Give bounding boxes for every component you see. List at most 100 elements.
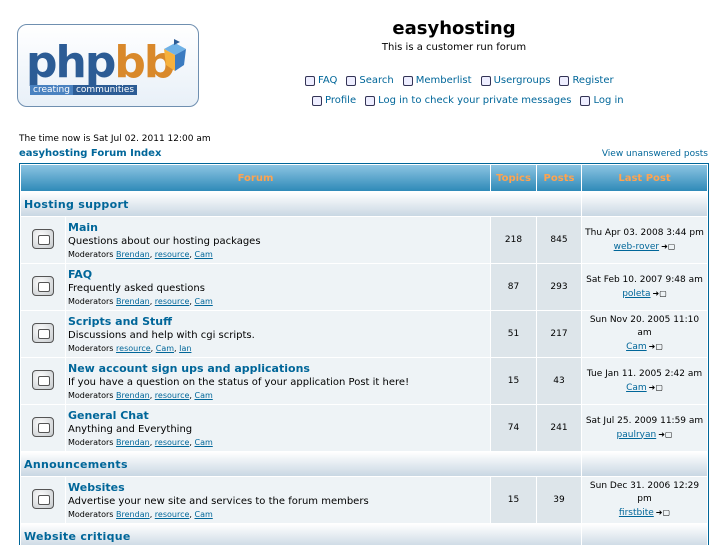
moderator-link[interactable]: Brendan <box>116 391 150 400</box>
last-post-author: Cam ➜▢ <box>582 381 707 395</box>
forum-status-cell <box>21 358 65 404</box>
nav-faq[interactable]: FAQ <box>305 75 337 86</box>
category-spacer <box>582 524 707 545</box>
site-title: easyhosting <box>392 18 516 39</box>
nav-log-in[interactable]: Log in <box>580 95 624 106</box>
posts-count: 39 <box>537 477 581 523</box>
phpbb-logo[interactable]: phpbb creating communities <box>17 24 199 107</box>
goto-last-post-icon[interactable]: ➜▢ <box>649 381 663 394</box>
forum-name-link[interactable]: FAQ <box>68 268 490 281</box>
messages-icon <box>365 95 376 106</box>
nav-search[interactable]: Search <box>346 75 394 86</box>
topics-count: 87 <box>491 264 536 310</box>
goto-last-post-icon[interactable]: ➜▢ <box>649 340 663 353</box>
forum-table: Forum Topics Posts Last Post Hosting sup… <box>19 163 709 545</box>
moderator-link[interactable]: resource <box>155 250 190 259</box>
nav-label: Log in to check your private messages <box>378 95 572 106</box>
forum-description: Advertise your new site and services to … <box>68 495 369 507</box>
table-row: Main Questions about our hosting packages… <box>21 217 707 263</box>
last-post-cell: Sat Feb 10. 2007 9:48 am poleta ➜▢ <box>582 264 707 310</box>
nav-profile[interactable]: Profile <box>312 95 356 106</box>
last-post-user-link[interactable]: poleta <box>622 289 650 299</box>
unanswered-posts-link[interactable]: View unanswered posts <box>602 149 708 159</box>
last-post-user-link[interactable]: Cam <box>626 383 647 393</box>
forum-status-cell <box>21 405 65 451</box>
last-post-author: paulryan ➜▢ <box>582 428 707 442</box>
last-post-date: Sun Dec 31. 2006 12:29 pm <box>589 481 700 504</box>
category-name[interactable]: Announcements <box>21 452 581 476</box>
category-row: Announcements <box>21 452 707 476</box>
forum-description: Anything and Everything <box>68 423 193 435</box>
table-row: FAQ Frequently asked questions Moderators … <box>21 264 707 310</box>
last-post-cell: Sun Dec 31. 2006 12:29 pm firstbite ➜▢ <box>582 477 707 523</box>
forum-info-cell: Websites Advertise your new site and serv… <box>66 477 490 523</box>
moderator-link[interactable]: Brendan <box>116 250 150 259</box>
nav-usergroups[interactable]: Usergroups <box>480 75 550 86</box>
moderator-link[interactable]: Cam <box>194 250 212 259</box>
moderator-link[interactable]: Cam <box>156 344 174 353</box>
forum-name-link[interactable]: Scripts and Stuff <box>68 315 490 328</box>
moderator-link[interactable]: Cam <box>194 297 212 306</box>
last-post-user-link[interactable]: paulryan <box>617 430 657 440</box>
last-post-user-link[interactable]: Cam <box>626 342 647 352</box>
last-post-user-link[interactable]: web-rover <box>614 242 659 252</box>
moderator-link[interactable]: Brendan <box>116 297 150 306</box>
category-name[interactable]: Website critique <box>21 524 581 545</box>
table-row: General Chat Anything and Everything Moder… <box>21 405 707 451</box>
last-post-date: Tue Jan 11. 2005 2:42 am <box>586 368 703 379</box>
last-post-author: firstbite ➜▢ <box>582 506 707 520</box>
forum-status-cell <box>21 217 65 263</box>
moderator-link[interactable]: Ian <box>179 344 191 353</box>
moderator-link[interactable]: Brendan <box>116 510 150 519</box>
search-icon <box>346 75 357 86</box>
posts-count: 241 <box>537 405 581 451</box>
forum-index-link[interactable]: easyhosting Forum Index <box>19 148 161 159</box>
nav-log-in-to-check-your-private-messages[interactable]: Log in to check your private messages <box>365 95 571 106</box>
forum-moderators: Moderators Brendan, resource, Cam <box>68 390 213 400</box>
forum-folder-icon <box>32 322 54 343</box>
forum-folder-icon <box>32 416 54 437</box>
forum-info-cell: General Chat Anything and Everything Moder… <box>66 405 490 451</box>
category-name[interactable]: Hosting support <box>21 192 581 216</box>
forum-info-cell: New account sign ups and applications If … <box>66 358 490 404</box>
moderator-link[interactable]: resource <box>155 391 190 400</box>
posts-count: 845 <box>537 217 581 263</box>
moderator-link[interactable]: Cam <box>194 438 212 447</box>
forum-moderators: Moderators Brendan, resource, Cam <box>68 249 213 259</box>
nav-memberlist[interactable]: Memberlist <box>402 75 472 86</box>
forum-info-cell: FAQ Frequently asked questions Moderators … <box>66 264 490 310</box>
nav-label: Register <box>572 75 614 86</box>
forum-name-link[interactable]: General Chat <box>68 409 490 422</box>
moderator-link[interactable]: Brendan <box>116 438 150 447</box>
login-icon <box>580 95 591 106</box>
moderator-link[interactable]: resource <box>155 438 190 447</box>
last-post-cell: Thu Apr 03. 2008 3:44 pm web-rover ➜▢ <box>582 217 707 263</box>
forum-moderators: Moderators Brendan, resource, Cam <box>68 296 213 306</box>
forum-moderators: Moderators Brendan, resource, Cam <box>68 509 213 519</box>
moderator-link[interactable]: resource <box>155 297 190 306</box>
goto-last-post-icon[interactable]: ➜▢ <box>661 240 675 253</box>
nav-label: Profile <box>325 95 357 106</box>
nav-register[interactable]: Register <box>559 75 614 86</box>
profile-icon <box>312 95 322 106</box>
moderator-link[interactable]: Cam <box>194 391 212 400</box>
forum-description: If you have a question on the status of … <box>68 376 410 388</box>
usergroups-icon <box>480 75 491 86</box>
goto-last-post-icon[interactable]: ➜▢ <box>658 428 672 441</box>
last-post-date: Sat Feb 10. 2007 9:48 am <box>586 274 703 285</box>
forum-name-link[interactable]: Websites <box>68 481 490 494</box>
moderator-link[interactable]: Cam <box>194 510 212 519</box>
last-post-user-link[interactable]: firstbite <box>619 508 654 518</box>
forum-name-link[interactable]: New account sign ups and applications <box>68 362 490 375</box>
goto-last-post-icon[interactable]: ➜▢ <box>656 506 670 519</box>
forum-name-link[interactable]: Main <box>68 221 490 234</box>
goto-last-post-icon[interactable]: ➜▢ <box>653 287 667 300</box>
last-post-date: Thu Apr 03. 2008 3:44 pm <box>585 227 704 238</box>
posts-count: 217 <box>537 311 581 357</box>
nav-row-primary: FAQ Search Memberlist Usergroups Register <box>305 75 623 89</box>
forum-folder-icon <box>32 275 54 296</box>
last-post-cell: Sun Nov 20. 2005 11:10 am Cam ➜▢ <box>582 311 707 357</box>
forum-status-cell <box>21 264 65 310</box>
moderator-link[interactable]: resource <box>116 344 151 353</box>
moderator-link[interactable]: resource <box>155 510 190 519</box>
